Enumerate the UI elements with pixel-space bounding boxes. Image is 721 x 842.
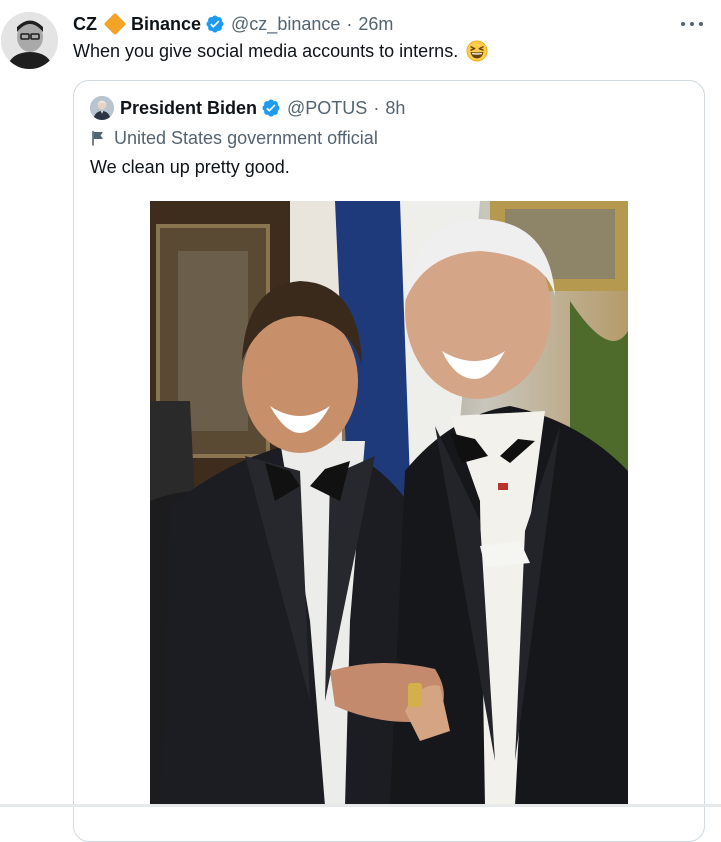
- quoted-tweet-header: President Biden @POTUS · 8h: [90, 96, 405, 120]
- quoted-avatar[interactable]: [90, 96, 114, 120]
- quoted-avatar-image: [90, 96, 114, 120]
- quoted-timestamp[interactable]: 8h: [385, 98, 405, 119]
- quoted-tweet-text: We clean up pretty good.: [90, 157, 290, 177]
- verified-badge-icon: [206, 15, 224, 33]
- quoted-author-handle[interactable]: @POTUS: [287, 98, 367, 119]
- quoted-tweet[interactable]: President Biden @POTUS · 8h United State…: [73, 80, 705, 842]
- verified-badge-icon: [262, 99, 280, 117]
- tweet-text: When you give social media accounts to i…: [73, 40, 459, 61]
- tweet-header: CZ Binance @cz_binance · 26m: [73, 12, 393, 36]
- more-dot: [699, 22, 703, 26]
- more-dot: [690, 22, 694, 26]
- more-dot: [681, 22, 685, 26]
- photo[interactable]: [150, 201, 628, 806]
- grinning-squinting-face-icon: [466, 40, 488, 62]
- separator-dot: ·: [346, 13, 353, 34]
- timestamp[interactable]: 26m: [358, 14, 393, 35]
- author-name[interactable]: CZ: [73, 14, 97, 35]
- affiliation-name[interactable]: Binance: [131, 14, 201, 35]
- avatar-image: [1, 12, 58, 69]
- flag-icon: [92, 130, 103, 146]
- author-handle[interactable]: @cz_binance: [231, 14, 340, 35]
- government-label: United States government official: [90, 127, 378, 149]
- quoted-author-name[interactable]: President Biden: [120, 98, 257, 119]
- more-options-icon[interactable]: [681, 14, 703, 34]
- separator-dot: ·: [373, 97, 380, 118]
- tweet-text-row: When you give social media accounts to i…: [73, 40, 488, 62]
- avatar[interactable]: [1, 12, 58, 69]
- government-label-text: United States government official: [114, 127, 378, 148]
- tweet: CZ Binance @cz_binance · 26m When you gi…: [0, 0, 721, 842]
- binance-icon: [103, 12, 127, 36]
